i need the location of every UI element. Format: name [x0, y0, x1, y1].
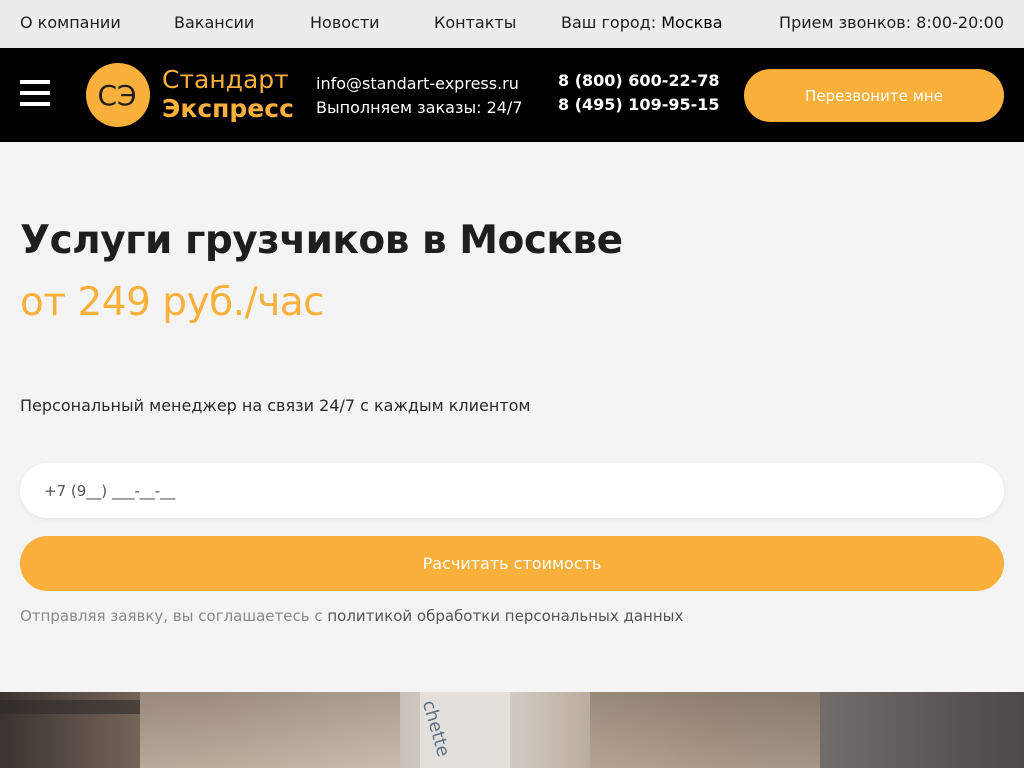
city-label: Ваш город:	[561, 13, 657, 32]
warehouse-photo: chette	[0, 692, 1024, 768]
hamburger-icon[interactable]	[20, 80, 50, 106]
schedule-text: Выполняем заказы: 24/7	[316, 98, 523, 117]
nav-link-contacts[interactable]: Контакты	[434, 13, 516, 32]
policy-link[interactable]: политикой обработки персональных данных	[327, 607, 683, 625]
phones: 8 (800) 600-22-78 8 (495) 109-95-15	[558, 69, 720, 117]
nav-link-about[interactable]: О компании	[20, 13, 121, 32]
contact-info: info@standart-express.ru Выполняем заказ…	[316, 72, 523, 120]
phone-link-1[interactable]: 8 (800) 600-22-78	[558, 69, 720, 93]
logo-text[interactable]: Стандарт Экспресс	[162, 65, 294, 123]
city-selector[interactable]: Ваш город: Москва	[561, 13, 723, 32]
phone-input[interactable]	[20, 463, 1004, 518]
price-heading: от 249 руб./час	[20, 280, 325, 325]
tape-text: chette	[417, 698, 454, 760]
callback-button[interactable]: Перезвоните мне	[744, 69, 1004, 122]
logo-line-1: Стандарт	[162, 65, 289, 94]
policy-note: Отправляя заявку, вы соглашаетесь с поли…	[20, 607, 683, 625]
subtitle: Персональный менеджер на связи 24/7 с ка…	[20, 396, 531, 415]
phone-link-2[interactable]: 8 (495) 109-95-15	[558, 93, 720, 117]
page-title: Услуги грузчиков в Москве	[20, 218, 623, 263]
call-hours: Прием звонков: 8:00-20:00	[779, 13, 1004, 32]
header: СЭ Стандарт Экспресс info@standart-expre…	[0, 48, 1024, 142]
city-value[interactable]: Москва	[661, 13, 722, 32]
logo-icon[interactable]: СЭ	[86, 63, 150, 127]
logo-mark-text: СЭ	[97, 79, 136, 112]
logo-line-2: Экспресс	[162, 94, 294, 123]
nav-link-news[interactable]: Новости	[310, 13, 380, 32]
email-link[interactable]: info@standart-express.ru	[316, 72, 523, 96]
top-bar: О компании Вакансии Новости Контакты Ваш…	[0, 0, 1024, 48]
calculate-button[interactable]: Расчитать стоимость	[20, 536, 1004, 591]
policy-text: Отправляя заявку, вы соглашаетесь с	[20, 607, 328, 625]
nav-link-vacancies[interactable]: Вакансии	[174, 13, 254, 32]
